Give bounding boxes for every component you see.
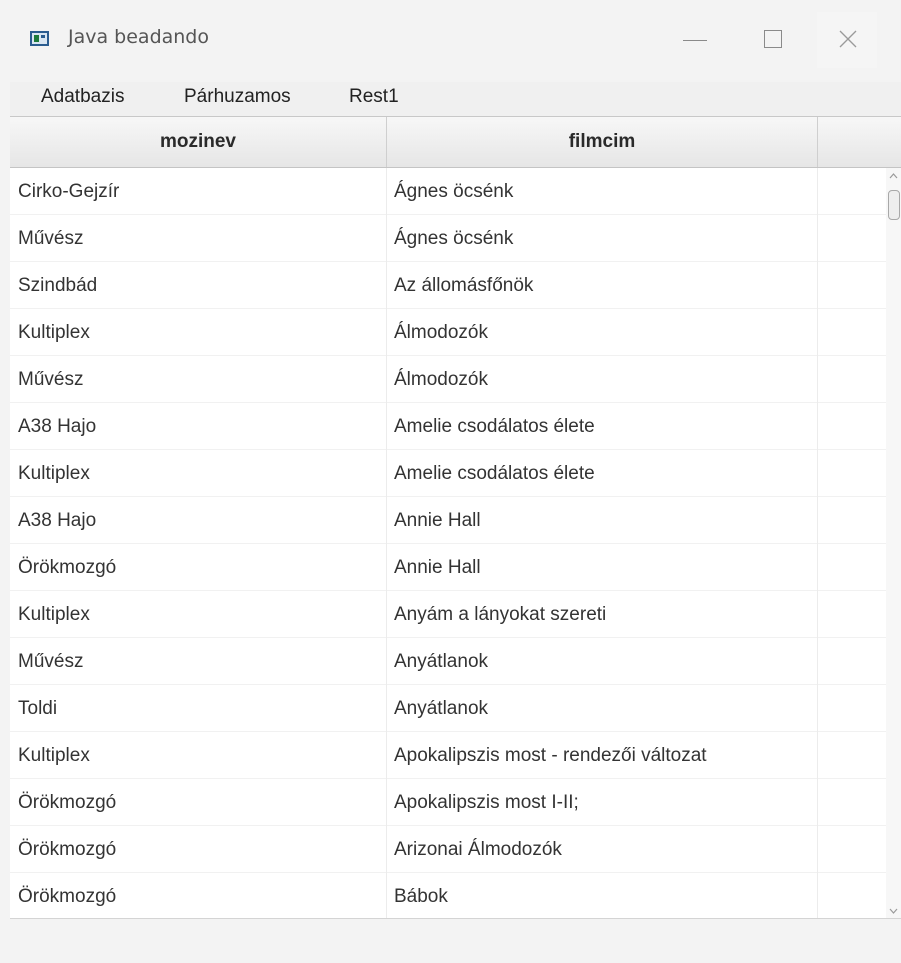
column-header-filmcim[interactable]: filmcim — [387, 117, 818, 167]
column-header-filler — [818, 117, 901, 167]
window-title: Java beadando — [68, 26, 209, 48]
cell-filmcim[interactable]: Amelie csodálatos élete — [387, 403, 818, 450]
cell-filmcim[interactable]: Anyátlanok — [387, 638, 818, 685]
cell-mozinev[interactable]: Kultiplex — [10, 591, 387, 638]
table-row[interactable]: Művész Anyátlanok — [10, 638, 886, 685]
table-row[interactable]: Örökmozgó Annie Hall — [10, 544, 886, 591]
chevron-up-icon[interactable] — [888, 170, 899, 182]
cell-filmcim[interactable]: Anyám a lányokat szereti — [387, 591, 818, 638]
cell-mozinev[interactable]: Örökmozgó — [10, 826, 387, 873]
column-header-mozinev[interactable]: mozinev — [10, 117, 387, 167]
table-row[interactable]: Cirko-Gejzír Ágnes öcsénk — [10, 168, 886, 215]
cell-mozinev[interactable]: A38 Hajo — [10, 403, 387, 450]
cell-filmcim[interactable]: Anyátlanok — [387, 685, 818, 732]
table-row[interactable]: Művész Ágnes öcsénk — [10, 215, 886, 262]
table-row[interactable]: A38 Hajo Amelie csodálatos élete — [10, 403, 886, 450]
table-row[interactable]: Örökmozgó Arizonai Álmodozók — [10, 826, 886, 873]
table-row[interactable]: A38 Hajo Annie Hall — [10, 497, 886, 544]
table-row[interactable]: Örökmozgó Apokalipszis most I-II; — [10, 779, 886, 826]
table-row[interactable]: Kultiplex Apokalipszis most - rendezői vá… — [10, 732, 886, 779]
cell-mozinev[interactable]: Művész — [10, 638, 387, 685]
menu-bar: Adatbazis Párhuzamos Rest1 — [10, 82, 901, 116]
table-row[interactable]: Toldi Anyátlanok — [10, 685, 886, 732]
cell-filmcim[interactable]: Amelie csodálatos élete — [387, 450, 818, 497]
app-window: Java beadando Adatbazis Párhuzamos Rest1… — [0, 0, 901, 963]
close-button[interactable] — [817, 12, 877, 68]
cell-filmcim[interactable]: Ágnes öcsénk — [387, 168, 818, 215]
cell-filmcim[interactable]: Ágnes öcsénk — [387, 215, 818, 262]
cell-mozinev[interactable]: Kultiplex — [10, 309, 387, 356]
table-row[interactable]: Kultiplex Amelie csodálatos élete — [10, 450, 886, 497]
cell-filmcim[interactable]: Apokalipszis most I-II; — [387, 779, 818, 826]
table-body: Cirko-Gejzír Ágnes öcsénk Művész Ágnes öcsé… — [10, 168, 886, 919]
table-row[interactable]: Szindbád Az állomásfőnök — [10, 262, 886, 309]
table-row[interactable]: Kultiplex Anyám a lányokat szereti — [10, 591, 886, 638]
minimize-icon — [683, 40, 707, 41]
cell-filmcim[interactable]: Álmodozók — [387, 309, 818, 356]
close-icon — [839, 30, 857, 48]
cell-mozinev[interactable]: Kultiplex — [10, 732, 387, 779]
cell-filmcim[interactable]: Arizonai Álmodozók — [387, 826, 818, 873]
table-row[interactable]: Örökmozgó Bábok — [10, 873, 886, 919]
maximize-button[interactable] — [743, 12, 803, 68]
cell-filmcim[interactable]: Az állomásfőnök — [387, 262, 818, 309]
vertical-scrollbar[interactable] — [886, 168, 901, 919]
java-app-icon — [30, 31, 49, 46]
cell-mozinev[interactable]: Örökmozgó — [10, 544, 387, 591]
minimize-button[interactable] — [665, 12, 725, 68]
status-bar — [10, 918, 901, 963]
cell-mozinev[interactable]: Örökmozgó — [10, 779, 387, 826]
cell-filmcim[interactable]: Álmodozók — [387, 356, 818, 403]
cell-mozinev[interactable]: Örökmozgó — [10, 873, 387, 919]
title-bar[interactable]: Java beadando — [10, 0, 901, 82]
menu-adatbazis[interactable]: Adatbazis — [41, 86, 124, 108]
cell-mozinev[interactable]: Cirko-Gejzír — [10, 168, 387, 215]
table-row[interactable]: Művész Álmodozók — [10, 356, 886, 403]
cell-filmcim[interactable]: Bábok — [387, 873, 818, 919]
cell-filmcim[interactable]: Annie Hall — [387, 544, 818, 591]
cell-filmcim[interactable]: Annie Hall — [387, 497, 818, 544]
cinema-table: mozinev filmcim Cirko-Gejzír Ágnes öcsénk… — [10, 116, 901, 919]
scrollbar-thumb[interactable] — [888, 190, 900, 220]
menu-parhuzamos[interactable]: Párhuzamos — [184, 86, 291, 108]
cell-mozinev[interactable]: Művész — [10, 356, 387, 403]
maximize-icon — [764, 30, 782, 48]
cell-mozinev[interactable]: Művész — [10, 215, 387, 262]
chevron-down-icon[interactable] — [888, 905, 899, 917]
cell-filmcim[interactable]: Apokalipszis most - rendezői változat — [387, 732, 818, 779]
cell-mozinev[interactable]: Toldi — [10, 685, 387, 732]
table-header: mozinev filmcim — [10, 117, 901, 168]
cell-mozinev[interactable]: Kultiplex — [10, 450, 387, 497]
cell-mozinev[interactable]: A38 Hajo — [10, 497, 387, 544]
table-row[interactable]: Kultiplex Álmodozók — [10, 309, 886, 356]
menu-rest1[interactable]: Rest1 — [349, 86, 399, 108]
cell-mozinev[interactable]: Szindbád — [10, 262, 387, 309]
